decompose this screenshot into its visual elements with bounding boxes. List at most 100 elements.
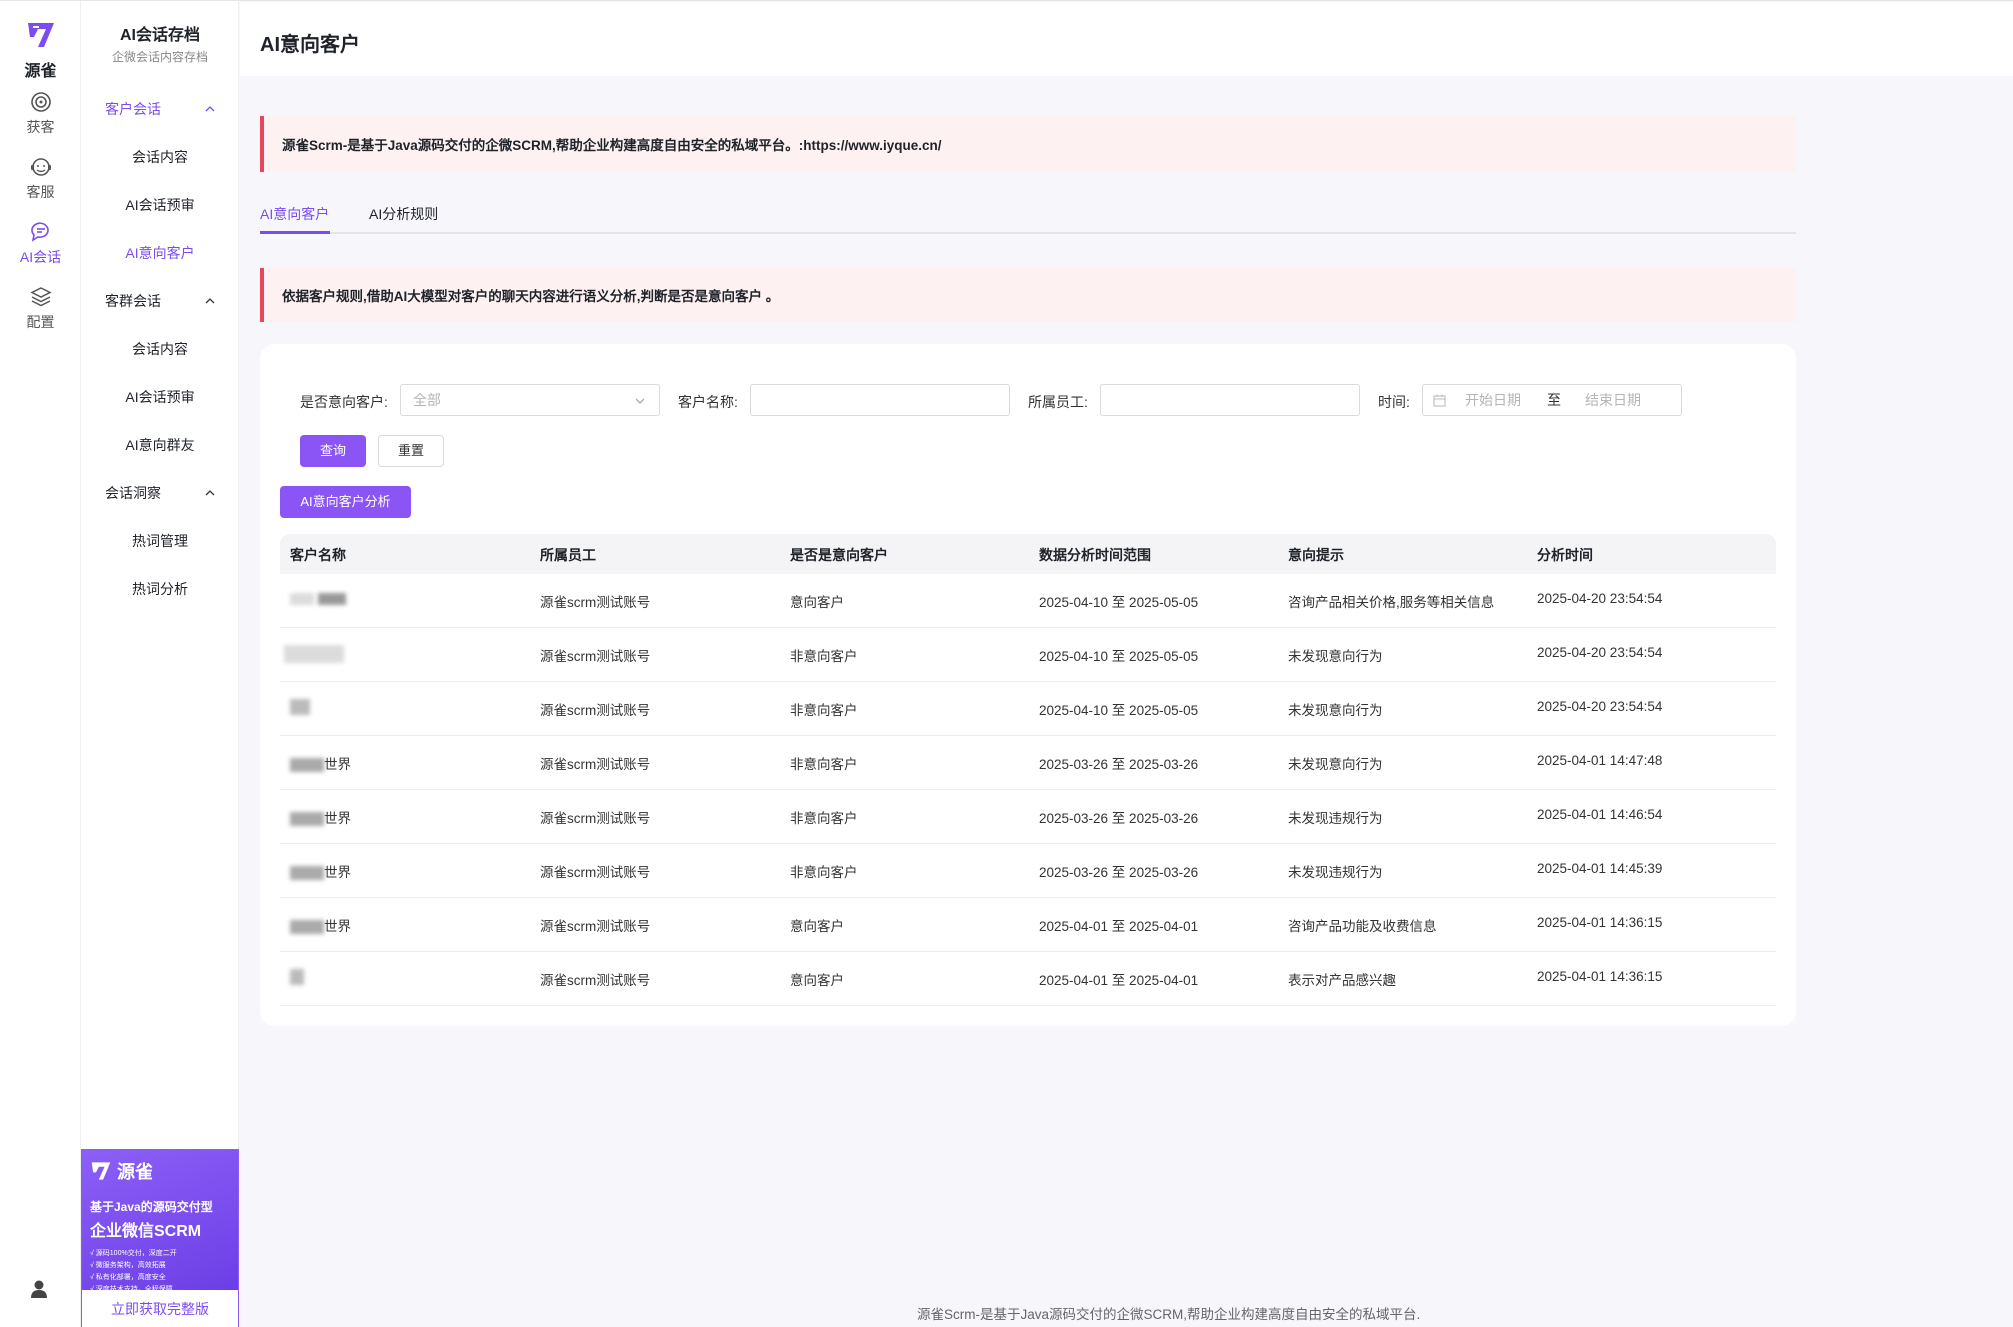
promo-point: √ 源码100%交付，深度二开 [90,1250,177,1257]
cell-hint: 咨询产品相关价格,服务等相关信息 [1288,595,1495,610]
table-header: 客户名称 所属员工 是否是意向客户 数据分析时间范围 意向提示 分析时间 [280,534,1776,574]
menu-item-group-chat-content[interactable]: 会话内容 [81,339,239,359]
group-label: 客户会话 [105,101,161,117]
cell-time: 2025-04-20 23:54:54 [1537,591,1663,606]
ai-intent-analysis-button[interactable]: AI意向客户分析 [280,486,411,518]
promo-banner[interactable]: 源雀 基于Java的源码交付型 企业微信SCRM √ 源码100%交付，深度二开… [81,1149,239,1327]
tab-bar: AI意向客户 AI分析规则 [260,198,1796,234]
menu-item-ai-intent-customer[interactable]: AI意向客户 [81,243,239,263]
promo-point: √ 私有化部署，高度安全 [90,1274,166,1281]
menu-item-ai-precheck[interactable]: AI会话预审 [81,195,239,215]
notice-text: 源雀Scrm-是基于Java源码交付的企微SCRM,帮助企业构建高度自由安全的私… [282,138,942,153]
cell-hint: 未发现意向行为 [1288,757,1383,772]
customer-name-input[interactable] [750,384,1010,416]
cell-customer-name [290,591,346,606]
brand-logo[interactable]: 源雀 [0,21,81,81]
group-customer-chat[interactable]: 客户会话 [105,99,215,119]
sub-sidebar-subtitle: 企微会话内容存档 [111,50,208,64]
cell-staff: 源雀scrm测试账号 [540,595,651,610]
rail-label: 客服 [26,184,55,200]
logo-icon [91,1162,111,1180]
rail-item-acquire[interactable]: 获客 [0,91,81,137]
cell-time: 2025-04-01 14:36:15 [1537,915,1663,930]
cell-intent: 非意向客户 [790,865,858,880]
table-row[interactable]: 源雀scrm测试账号 非意向客户 2025-04-10 至 2025-05-05… [280,628,1776,682]
table-row[interactable]: 世界 源雀scrm测试账号 非意向客户 2025-03-26 至 2025-03… [280,844,1776,898]
menu-item-ai-intent-member[interactable]: AI意向群友 [81,435,239,455]
notice-banner: 源雀Scrm-是基于Java源码交付的企微SCRM,帮助企业构建高度自由安全的私… [260,116,1796,172]
menu-item-chat-content[interactable]: 会话内容 [81,147,239,167]
table-row[interactable]: 源雀scrm测试账号 非意向客户 2025-04-10 至 2025-05-05… [280,682,1776,736]
menu-item-hotword-manage[interactable]: 热词管理 [81,531,239,551]
cell-hint: 未发现意向行为 [1288,703,1383,718]
cell-customer-name: 世界 [290,807,351,827]
cell-staff: 源雀scrm测试账号 [540,865,651,880]
cell-hint: 咨询产品功能及收费信息 [1288,919,1437,934]
group-label: 客群会话 [105,293,161,309]
table-row[interactable]: 源雀scrm测试账号 意向客户 2025-04-01 至 2025-04-01 … [280,952,1776,1006]
cell-intent: 非意向客户 [790,757,858,772]
staff-input[interactable] [1100,384,1360,416]
column-header: 客户名称 [290,547,346,563]
cell-intent: 非意向客户 [790,811,858,826]
promo-line1: 基于Java的源码交付型 [90,1200,213,1214]
cell-customer-name [290,969,304,986]
table-row[interactable]: 世界 源雀scrm测试账号 意向客户 2025-04-01 至 2025-04-… [280,898,1776,952]
cell-customer-name: 世界 [290,753,351,773]
app-shell: 源雀 获客 客服 AI会话 配置 AI会话存档 企微会话内容存档 客户会话 会话 [0,0,2013,1327]
top-bar: AI意向客户 [240,2,2013,76]
cell-intent: 意向客户 [790,973,844,988]
intent-select[interactable]: 全部 [400,384,660,416]
cell-time: 2025-04-01 14:45:39 [1537,861,1663,876]
menu-item-group-ai-precheck[interactable]: AI会话预审 [81,387,239,407]
query-button[interactable]: 查询 [300,435,366,467]
chat-bubble-icon [30,222,49,242]
cell-customer-name: 世界 [290,861,351,881]
rail-item-ai-chat[interactable]: AI会话 [0,221,81,267]
table-row[interactable]: 世界 源雀scrm测试账号 非意向客户 2025-03-26 至 2025-03… [280,736,1776,790]
layers-icon [29,287,52,307]
intent-filter-label: 是否意向客户: [300,394,388,410]
cell-intent: 意向客户 [790,919,844,934]
cell-range: 2025-04-10 至 2025-05-05 [1039,595,1199,610]
cell-customer-name [284,645,344,663]
page-title: AI意向客户 [260,34,360,56]
user-icon [31,1280,47,1298]
sub-sidebar-title: AI会话存档 [119,27,200,44]
tab-ai-intent-customer[interactable]: AI意向客户 [260,204,329,224]
logo-icon [0,21,81,55]
rail-item-config[interactable]: 配置 [0,286,81,332]
cell-staff: 源雀scrm测试账号 [540,919,651,934]
menu-item-hotword-analysis[interactable]: 热词分析 [81,579,239,599]
column-header: 意向提示 [1288,547,1344,563]
end-date-placeholder[interactable]: 结束日期 [1585,385,1641,415]
start-date-placeholder[interactable]: 开始日期 [1465,385,1521,415]
column-header: 是否是意向客户 [790,547,888,563]
rail-item-service[interactable]: 客服 [0,156,81,202]
content-card: 是否意向客户: 全部 客户名称: 所属员工: 时间: 开始日期 至 结束日期 查… [260,344,1796,1026]
cell-intent: 非意向客户 [790,649,858,664]
group-group-chat[interactable]: 客群会话 [105,291,215,311]
cell-range: 2025-03-26 至 2025-03-26 [1039,865,1199,880]
cell-range: 2025-04-10 至 2025-05-05 [1039,703,1199,718]
user-avatar-button[interactable] [28,1278,50,1305]
table-row[interactable]: 源雀scrm测试账号 意向客户 2025-04-10 至 2025-05-05 … [280,574,1776,628]
icon-rail: 源雀 获客 客服 AI会话 配置 [0,1,81,1327]
promo-content: 源雀 基于Java的源码交付型 企业微信SCRM √ 源码100%交付，深度二开… [82,1150,238,1293]
cell-staff: 源雀scrm测试账号 [540,757,651,772]
rule-description-text: 依据客户规则,借助AI大模型对客户的聊天内容进行语义分析,判断是否是意向客户 。 [282,289,780,304]
column-header: 分析时间 [1537,547,1593,563]
headset-icon [30,158,51,176]
chevron-up-icon [205,490,215,496]
chevron-down-icon [635,398,645,404]
table-row[interactable]: 世界 源雀scrm测试账号 非意向客户 2025-03-26 至 2025-03… [280,790,1776,844]
reset-button[interactable]: 重置 [378,435,444,467]
group-chat-insight[interactable]: 会话洞察 [105,483,215,503]
calendar-icon [1433,394,1446,407]
cell-time: 2025-04-01 14:36:15 [1537,969,1663,984]
cell-range: 2025-04-01 至 2025-04-01 [1039,919,1199,934]
date-range-picker[interactable]: 开始日期 至 结束日期 [1422,384,1682,416]
promo-cta-link[interactable]: 立即获取完整版 [82,1290,238,1327]
column-header: 所属员工 [540,547,596,563]
tab-ai-analysis-rules[interactable]: AI分析规则 [369,204,438,224]
